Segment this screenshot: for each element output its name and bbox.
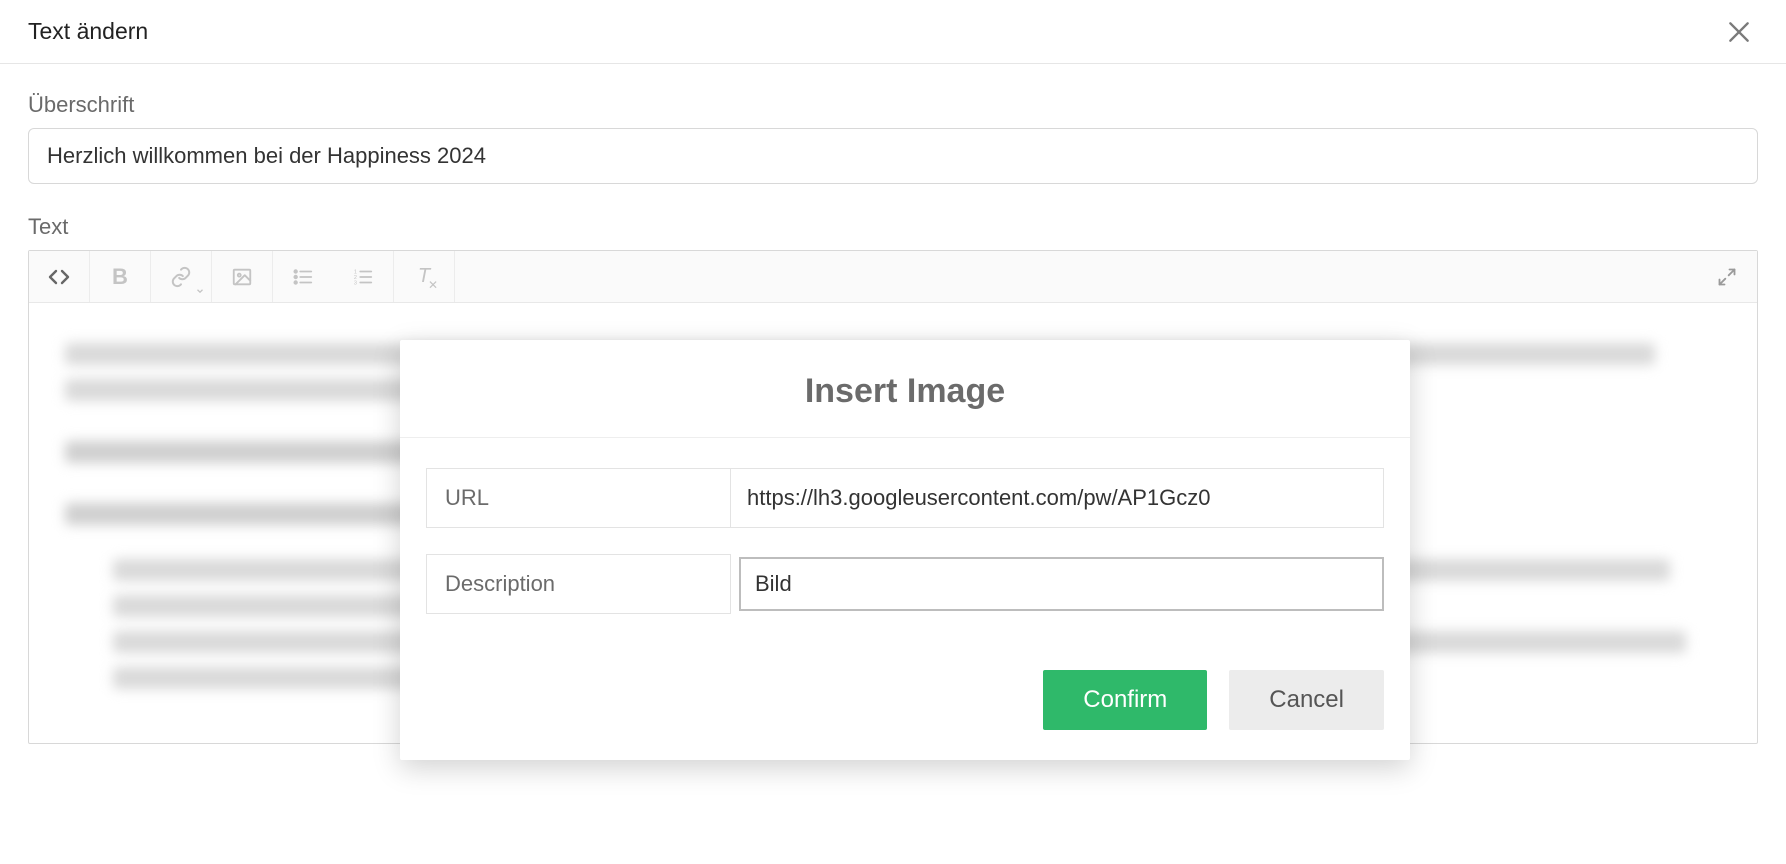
chevron-down-icon: [195, 286, 205, 296]
numbered-list-button[interactable]: 123: [333, 251, 393, 302]
clear-format-icon: T✕: [418, 265, 430, 288]
confirm-button[interactable]: Confirm: [1043, 670, 1207, 730]
fullscreen-icon: [1717, 267, 1737, 287]
link-icon: [170, 266, 192, 288]
clear-format-button[interactable]: T✕: [394, 251, 454, 302]
bullet-list-button[interactable]: [273, 251, 333, 302]
dialog-body: URL Description: [400, 438, 1410, 670]
text-label: Text: [28, 214, 1758, 240]
description-label: Description: [426, 554, 731, 614]
url-label: URL: [426, 468, 731, 528]
description-input[interactable]: [739, 557, 1384, 611]
code-icon: [47, 265, 71, 289]
dialog-actions: Confirm Cancel: [400, 670, 1410, 760]
svg-text:3: 3: [354, 280, 357, 286]
code-view-button[interactable]: [29, 251, 89, 302]
bold-button[interactable]: B: [90, 251, 150, 302]
insert-image-dialog: Insert Image URL Description Confirm Can…: [400, 340, 1410, 760]
image-icon: [231, 266, 253, 288]
heading-input[interactable]: [28, 128, 1758, 184]
modal-title: Text ändern: [28, 18, 148, 45]
heading-label: Überschrift: [28, 92, 1758, 118]
bullet-list-icon: [292, 266, 314, 288]
close-icon: [1726, 19, 1752, 45]
description-row: Description: [426, 554, 1384, 614]
editor-toolbar: B 123: [29, 251, 1757, 303]
numbered-list-icon: 123: [352, 266, 374, 288]
close-button[interactable]: [1720, 19, 1758, 45]
image-button[interactable]: [212, 251, 272, 302]
bold-icon: B: [112, 264, 128, 290]
link-button[interactable]: [151, 251, 211, 302]
cancel-button[interactable]: Cancel: [1229, 670, 1384, 730]
url-input[interactable]: [731, 469, 1383, 527]
url-row: URL: [426, 468, 1384, 528]
modal-header: Text ändern: [0, 0, 1786, 64]
dialog-title: Insert Image: [400, 340, 1410, 438]
fullscreen-button[interactable]: [1697, 267, 1757, 287]
